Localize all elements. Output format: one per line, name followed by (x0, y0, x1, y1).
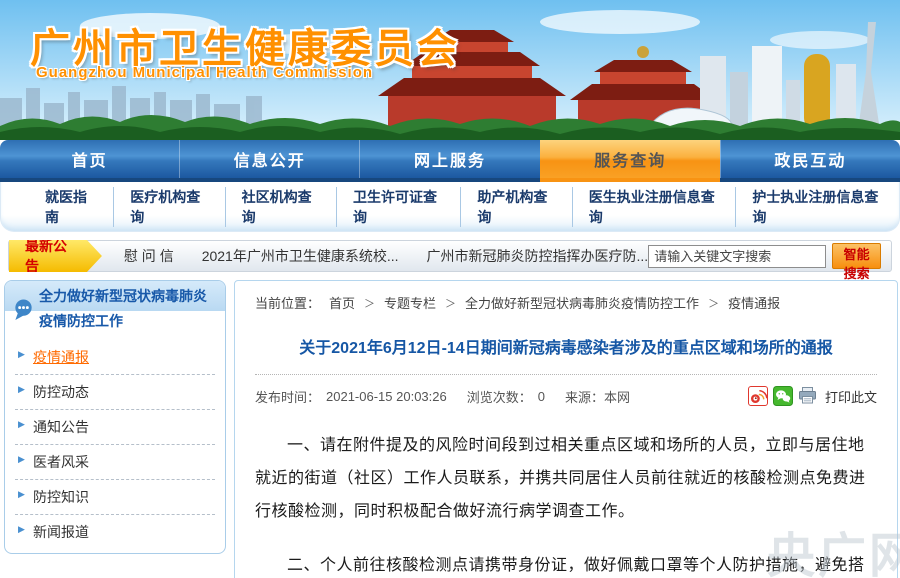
article-meta: 发布时间： 2021-06-15 20:03:26 浏览次数： 0 来源：本网 (255, 375, 877, 408)
publish-time-label: 发布时间： (255, 387, 320, 406)
sidebar-header-label: 全力做好新型冠状病毒肺炎疫情防控工作 (39, 288, 207, 329)
views-label: 浏览次数： (467, 387, 532, 406)
tab-label: 首页 (72, 147, 108, 171)
content-area: 全力做好新型冠状病毒肺炎疫情防控工作 ▶ 疫情通报 ▶ 防控动态 ▶ 通知公告 ▶ 医者… (4, 280, 898, 578)
announcement-links: 慰 问 信 2021年广州市卫生健康系统校... 广州市新冠肺炎防控指挥办医疗防… (124, 246, 648, 266)
sidebar-item-label: 新闻报道 (33, 524, 89, 540)
views-value: 0 (538, 389, 545, 404)
sidebar-item-label: 防控知识 (33, 489, 89, 505)
sidebar-menu: ▶ 疫情通报 ▶ 防控动态 ▶ 通知公告 ▶ 医者风采 ▶ 防控知识 ▶ 新闻报道 (5, 338, 225, 553)
article-panel: 当前位置： 首页 ＞ 专题专栏 ＞ 全力做好新型冠状病毒肺炎疫情防控工作 ＞ 疫… (234, 280, 898, 578)
sidebar-item-label: 通知公告 (33, 419, 89, 435)
subnav-doctor-registration-query[interactable]: 医生执业注册信息查询 (572, 187, 736, 227)
chevron-right-icon: ▶ (18, 454, 25, 465)
speech-bubble-icon (12, 298, 35, 329)
search-area: 智能搜索 (648, 243, 891, 269)
subnav-medical-guide[interactable]: 就医指南 (29, 187, 113, 227)
sidebar-item-epidemic-report[interactable]: ▶ 疫情通报 (15, 340, 215, 375)
sidebar-header: 全力做好新型冠状病毒肺炎疫情防控工作 (5, 281, 225, 338)
latest-announcement-badge: 最新公告 (9, 240, 102, 272)
breadcrumb-covid-prevention[interactable]: 全力做好新型冠状病毒肺炎疫情防控工作 (465, 293, 699, 312)
print-icon[interactable] (798, 386, 818, 406)
tab-info-disclosure[interactable]: 信息公开 (179, 140, 359, 178)
announcement-link[interactable]: 广州市新冠肺炎防控指挥办医疗防... (427, 246, 649, 266)
sidebar-item-prevention-knowledge[interactable]: ▶ 防控知识 (15, 480, 215, 515)
chevron-right-icon: ▶ (18, 524, 25, 535)
tab-public-interaction[interactable]: 政民互动 (720, 140, 900, 178)
weibo-share-icon[interactable] (748, 386, 768, 406)
article-paragraph: 一、请在附件提及的风险时间段到过相关重点区域和场所的人员，立即与居住地就近的街道… (255, 429, 877, 528)
tab-online-services[interactable]: 网上服务 (359, 140, 539, 178)
article-paragraph: 二、个人前往核酸检测点请携带身份证，做好佩戴口罩等个人防护措施，避免搭乘公共交通… (255, 549, 877, 578)
breadcrumb-separator: ＞ (708, 295, 719, 311)
chevron-right-icon: ▶ (18, 349, 25, 360)
announcement-link[interactable]: 2021年广州市卫生健康系统校... (202, 246, 399, 266)
breadcrumb-separator: ＞ (364, 295, 375, 311)
subnav-community-institution-query[interactable]: 社区机构查询 (225, 187, 336, 227)
publish-time-value: 2021-06-15 20:03:26 (326, 389, 447, 404)
breadcrumb-separator: ＞ (445, 295, 456, 311)
share-toolbar: 打印此文 (748, 386, 877, 406)
breadcrumb-special-topics[interactable]: 专题专栏 (384, 293, 436, 312)
tab-label: 服务查询 (594, 147, 666, 171)
tab-service-query[interactable]: 服务查询 (540, 140, 720, 178)
sidebar-item-doctor-profiles[interactable]: ▶ 医者风采 (15, 445, 215, 480)
breadcrumb-home[interactable]: 首页 (329, 293, 355, 312)
tab-label: 政民互动 (774, 147, 846, 171)
site-subtitle: Guangzhou Municipal Health Commission (36, 64, 373, 81)
sidebar-item-prevention-updates[interactable]: ▶ 防控动态 (15, 375, 215, 410)
tab-home[interactable]: 首页 (0, 140, 179, 178)
chevron-right-icon: ▶ (18, 489, 25, 500)
subnav-midwifery-institution-query[interactable]: 助产机构查询 (460, 187, 571, 227)
wechat-share-icon[interactable] (773, 386, 793, 406)
sub-nav: 就医指南 医疗机构查询 社区机构查询 卫生许可证查询 助产机构查询 医生执业注册… (0, 182, 900, 232)
breadcrumb: 当前位置： 首页 ＞ 专题专栏 ＞ 全力做好新型冠状病毒肺炎疫情防控工作 ＞ 疫… (255, 293, 877, 312)
active-tab-underline (540, 178, 720, 182)
article-title: 关于2021年6月12日-14日期间新冠病毒感染者涉及的重点区域和场所的通报 (255, 334, 877, 358)
chevron-right-icon: ▶ (18, 384, 25, 395)
announcement-link[interactable]: 慰 问 信 (124, 246, 174, 266)
sidebar-item-label: 防控动态 (33, 384, 89, 400)
tab-label: 信息公开 (234, 147, 306, 171)
source-label: 来源：本网 (565, 387, 630, 406)
subnav-medical-institution-query[interactable]: 医疗机构查询 (113, 187, 224, 227)
subnav-nurse-registration-query[interactable]: 护士执业注册信息查询 (735, 187, 899, 227)
search-input[interactable] (648, 245, 826, 268)
subnav-hygiene-license-query[interactable]: 卫生许可证查询 (336, 187, 460, 227)
sidebar-item-label: 医者风采 (33, 454, 89, 470)
sidebar-item-news-reports[interactable]: ▶ 新闻报道 (15, 515, 215, 549)
nav-underline (0, 178, 900, 182)
smart-search-button[interactable]: 智能搜索 (832, 243, 881, 269)
breadcrumb-epidemic-report[interactable]: 疫情通报 (728, 293, 780, 312)
sidebar: 全力做好新型冠状病毒肺炎疫情防控工作 ▶ 疫情通报 ▶ 防控动态 ▶ 通知公告 ▶ 医者… (4, 280, 226, 554)
sidebar-item-notices[interactable]: ▶ 通知公告 (15, 410, 215, 445)
chevron-right-icon: ▶ (18, 419, 25, 430)
print-this-page-link[interactable]: 打印此文 (825, 387, 877, 406)
sidebar-item-label: 疫情通报 (33, 349, 89, 365)
tab-label: 网上服务 (414, 147, 486, 171)
site-banner: 广州市卫生健康委员会 Guangzhou Municipal Health Co… (0, 0, 900, 140)
breadcrumb-label: 当前位置： (255, 293, 320, 312)
main-nav: 首页 信息公开 网上服务 服务查询 政民互动 (0, 140, 900, 178)
announcement-bar: 最新公告 慰 问 信 2021年广州市卫生健康系统校... 广州市新冠肺炎防控指… (8, 240, 892, 272)
